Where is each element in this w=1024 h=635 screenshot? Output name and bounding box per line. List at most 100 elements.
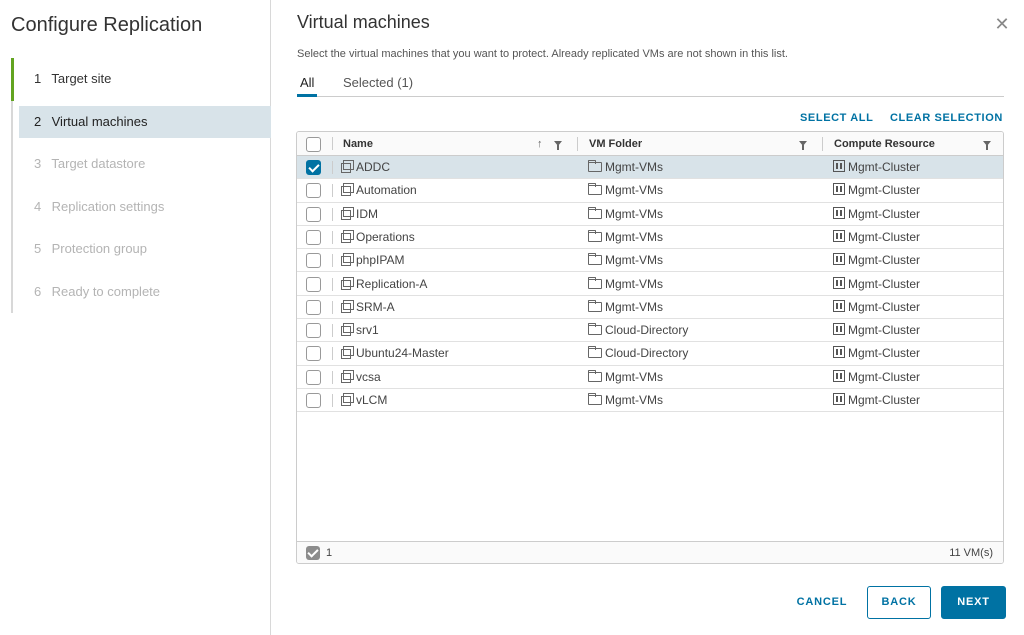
filter-compute-icon[interactable] bbox=[983, 132, 991, 156]
vm-folder: Mgmt-VMs bbox=[605, 253, 663, 268]
tab-selected[interactable]: Selected (1) bbox=[343, 75, 413, 97]
row-checkbox[interactable] bbox=[306, 183, 321, 199]
tab-all[interactable]: All bbox=[296, 75, 319, 97]
datagrid-footer: 1 11 VM(s) bbox=[297, 541, 1003, 563]
column-divider bbox=[332, 277, 333, 291]
table-row[interactable]: IDM Mgmt-VMs Mgmt-Cluster bbox=[297, 203, 1003, 226]
cluster-icon bbox=[833, 253, 845, 266]
row-checkbox[interactable] bbox=[306, 393, 321, 408]
table-row[interactable]: Replication-A Mgmt-VMs Mgmt-Cluster bbox=[297, 273, 1003, 296]
close-icon[interactable]: ✕ bbox=[994, 15, 1010, 33]
cluster-icon bbox=[833, 323, 845, 336]
vm-folder-cell: Mgmt-VMs bbox=[588, 296, 663, 319]
step-label: Virtual machines bbox=[51, 113, 148, 129]
column-divider bbox=[332, 347, 333, 361]
filter-name-icon[interactable] bbox=[554, 132, 562, 156]
folder-icon bbox=[588, 253, 602, 266]
clear-selection-button[interactable]: CLEAR SELECTION bbox=[890, 112, 1003, 124]
filter-folder-icon[interactable] bbox=[799, 132, 807, 156]
vm-folder-cell: Mgmt-VMs bbox=[588, 366, 663, 389]
vm-folder-cell: Cloud-Directory bbox=[588, 319, 688, 342]
compute-resource: Mgmt-Cluster bbox=[848, 160, 921, 174]
vm-folder-cell: Cloud-Directory bbox=[588, 342, 688, 365]
next-button[interactable]: NEXT bbox=[941, 586, 1006, 619]
row-checkbox[interactable] bbox=[306, 323, 321, 339]
total-vm-count: 11 VM(s) bbox=[949, 547, 993, 559]
compute-resource-cell: Mgmt-Cluster bbox=[833, 179, 920, 202]
step-target-site[interactable]: 1 Target site bbox=[11, 58, 271, 101]
step-target-datastore: 3 Target datastore bbox=[11, 143, 271, 186]
step-ready-to-complete: 6 Ready to complete bbox=[11, 270, 271, 313]
cancel-button[interactable]: CANCEL bbox=[789, 586, 855, 619]
table-row[interactable]: Operations Mgmt-VMs Mgmt-Cluster bbox=[297, 226, 1003, 250]
step-virtual-machines[interactable]: 2 Virtual machines bbox=[11, 100, 271, 143]
table-row[interactable]: Automation Mgmt-VMs Mgmt-Cluster bbox=[297, 179, 1003, 203]
vm-folder: Mgmt-VMs bbox=[605, 299, 663, 314]
vm-folder-cell: Mgmt-VMs bbox=[588, 389, 663, 412]
vm-name: Replication-A bbox=[356, 276, 428, 291]
row-checkbox[interactable] bbox=[306, 253, 321, 269]
cluster-icon bbox=[833, 299, 845, 312]
table-row[interactable]: srv1 Cloud-Directory Mgmt-Cluster bbox=[297, 319, 1003, 343]
vm-icon bbox=[341, 323, 354, 337]
vm-folder: Cloud-Directory bbox=[605, 323, 689, 338]
vm-icon bbox=[341, 276, 354, 290]
step-protection-group: 5 Protection group bbox=[11, 228, 271, 271]
compute-resource: Mgmt-Cluster bbox=[848, 276, 921, 291]
column-divider bbox=[332, 300, 333, 314]
table-row[interactable]: ADDC Mgmt-VMs Mgmt-Cluster bbox=[297, 156, 1003, 180]
select-all-button[interactable]: SELECT ALL bbox=[800, 112, 873, 124]
row-checkbox[interactable] bbox=[306, 160, 321, 175]
step-number: 2 bbox=[34, 113, 42, 129]
column-header-compute-resource[interactable]: Compute Resource bbox=[834, 132, 935, 156]
folder-icon bbox=[588, 160, 602, 172]
cluster-icon bbox=[833, 229, 845, 242]
compute-resource: Mgmt-Cluster bbox=[848, 393, 921, 407]
vm-folder: Mgmt-VMs bbox=[605, 160, 663, 174]
compute-resource: Mgmt-Cluster bbox=[848, 369, 921, 384]
compute-resource: Mgmt-Cluster bbox=[848, 299, 921, 314]
vm-name: SRM-A bbox=[356, 299, 395, 314]
row-checkbox[interactable] bbox=[306, 229, 321, 245]
vm-name: Ubuntu24-Master bbox=[356, 346, 449, 361]
vm-name-cell: vLCM bbox=[341, 389, 387, 412]
row-checkbox[interactable] bbox=[306, 369, 321, 385]
row-checkbox[interactable] bbox=[306, 206, 321, 222]
folder-icon bbox=[588, 346, 602, 359]
column-divider bbox=[332, 184, 333, 198]
wizard-title: Configure Replication bbox=[11, 14, 203, 36]
vm-folder: Mgmt-VMs bbox=[605, 183, 663, 198]
select-all-checkbox[interactable] bbox=[306, 137, 321, 152]
column-divider bbox=[332, 324, 333, 338]
step-label: Target site bbox=[51, 71, 112, 86]
step-number: 4 bbox=[34, 198, 42, 214]
compute-resource: Mgmt-Cluster bbox=[848, 323, 921, 338]
table-row[interactable]: Ubuntu24-Master Cloud-Directory Mgmt-Clust… bbox=[297, 342, 1003, 366]
vm-name: IDM bbox=[356, 206, 378, 221]
page-description: Select the virtual machines that you wan… bbox=[297, 48, 788, 60]
step-label: Protection group bbox=[51, 241, 148, 256]
row-checkbox[interactable] bbox=[306, 346, 321, 362]
folder-icon bbox=[588, 206, 602, 219]
compute-resource-cell: Mgmt-Cluster bbox=[833, 366, 920, 389]
folder-icon bbox=[588, 323, 602, 336]
vm-name-cell: Automation bbox=[341, 179, 417, 202]
table-row[interactable]: phpIPAM Mgmt-VMs Mgmt-Cluster bbox=[297, 249, 1003, 273]
back-button[interactable]: BACK bbox=[867, 586, 931, 619]
vm-folder: Mgmt-VMs bbox=[605, 229, 663, 244]
sort-ascending-icon[interactable]: ↑ bbox=[537, 132, 543, 156]
row-checkbox[interactable] bbox=[306, 276, 321, 292]
tab-bar: All Selected (1) bbox=[296, 72, 1004, 97]
table-row[interactable]: vLCM Mgmt-VMs Mgmt-Cluster bbox=[297, 389, 1003, 413]
column-header-name[interactable]: Name bbox=[343, 132, 373, 156]
vm-folder: Mgmt-VMs bbox=[605, 206, 663, 221]
step-number: 1 bbox=[34, 71, 42, 86]
vm-icon bbox=[341, 229, 354, 243]
table-row[interactable]: SRM-A Mgmt-VMs Mgmt-Cluster bbox=[297, 296, 1003, 320]
compute-resource-cell: Mgmt-Cluster bbox=[833, 156, 920, 179]
cluster-icon bbox=[833, 276, 845, 289]
vm-folder: Mgmt-VMs bbox=[605, 276, 663, 291]
column-header-vm-folder[interactable]: VM Folder bbox=[589, 132, 642, 156]
table-row[interactable]: vcsa Mgmt-VMs Mgmt-Cluster bbox=[297, 366, 1003, 389]
row-checkbox[interactable] bbox=[306, 299, 321, 315]
